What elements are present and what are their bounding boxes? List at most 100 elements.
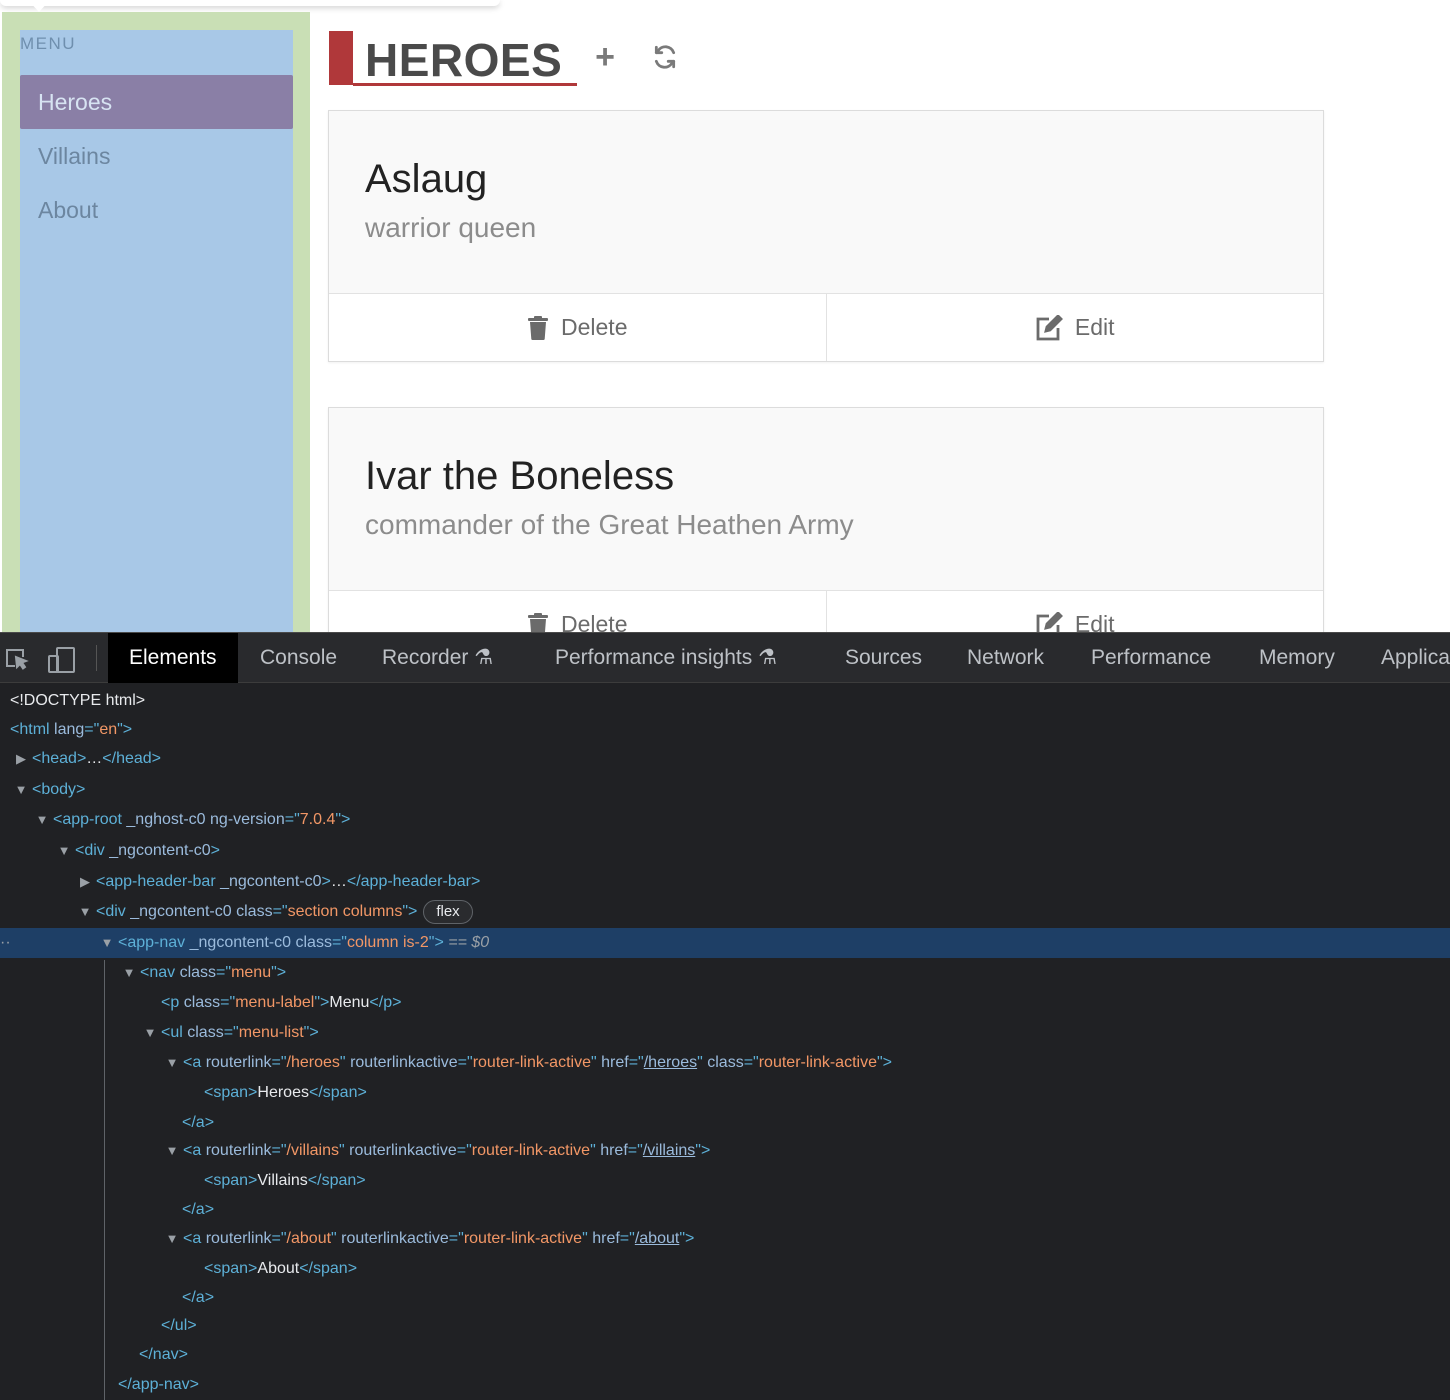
dom-node-app-header-bar[interactable]: ▶ <app-header-bar _ngcontent-c0>…</app-he… xyxy=(0,867,1450,897)
plus-icon[interactable]: + xyxy=(590,38,620,76)
tab-recorder[interactable]: Recorder ⚗ xyxy=(382,633,493,683)
collapse-triangle-icon[interactable]: ▼ xyxy=(74,897,96,927)
edit-button[interactable]: Edit xyxy=(825,294,1324,361)
menu-item-villains[interactable]: Villains xyxy=(20,129,293,183)
title-accent-bar xyxy=(329,31,353,85)
tag-name: span xyxy=(313,1260,348,1277)
text-node: Villains xyxy=(257,1172,308,1189)
dom-node-span-villains[interactable]: <span>Villains</span> xyxy=(0,1166,1450,1196)
collapse-triangle-icon[interactable]: ▼ xyxy=(161,1224,183,1254)
tag-name: html xyxy=(19,721,50,738)
hero-card: Ivar the Boneless commander of the Great… xyxy=(328,407,1324,632)
hero-name: Aslaug xyxy=(365,157,488,201)
collapse-triangle-icon[interactable]: ▼ xyxy=(10,775,32,805)
collapse-triangle-icon[interactable]: ▼ xyxy=(118,958,140,988)
tag-name: a xyxy=(192,1142,202,1159)
dom-node-span-heroes[interactable]: <span>Heroes</span> xyxy=(0,1078,1450,1108)
toolbar-divider xyxy=(96,645,97,671)
edit-label: Edit xyxy=(1074,611,1115,632)
flask-icon: ⚗ xyxy=(474,646,494,669)
page-title: HEROES xyxy=(365,34,563,86)
attr-value: /heroes xyxy=(286,1054,340,1071)
delete-button[interactable]: Delete xyxy=(329,294,826,361)
collapse-triangle-icon[interactable]: ▼ xyxy=(139,1018,161,1048)
href-link[interactable]: /about xyxy=(635,1230,679,1247)
hero-description: commander of the Great Heathen Army xyxy=(365,509,854,540)
attr-value: router-link-active xyxy=(758,1054,877,1071)
dom-node-app-root[interactable]: ▼ <app-root _nghost-c0 ng-version="7.0.4"… xyxy=(0,805,1450,835)
attr-value: router-link-active xyxy=(471,1142,591,1159)
dom-node-div-section[interactable]: ▼ <div _ngcontent-c0 class="section colum… xyxy=(0,897,1450,927)
hero-description: warrior queen xyxy=(365,212,537,243)
tag-name: app-nav xyxy=(127,934,186,951)
tab-performance[interactable]: Performance xyxy=(1091,633,1211,683)
href-link[interactable]: /villains xyxy=(643,1142,695,1159)
dom-node-nav[interactable]: ▼ <nav class="menu"> xyxy=(0,958,1450,988)
text-node: Heroes xyxy=(257,1084,309,1101)
inspect-element-icon[interactable] xyxy=(4,647,30,671)
delete-button[interactable]: Delete xyxy=(329,591,826,632)
tab-memory[interactable]: Memory xyxy=(1259,633,1335,683)
dom-node-app-nav-close[interactable]: </app-nav> xyxy=(0,1370,1450,1400)
dom-node-app-nav-selected[interactable]: ·· ▼ <app-nav _ngcontent-c0 class="column … xyxy=(0,928,1450,958)
card-footer: Delete Edit xyxy=(329,293,1323,361)
tab-application[interactable]: Applica xyxy=(1381,633,1450,683)
dom-node-a-heroes[interactable]: ▼ <a routerlink="/heroes" routerlinkactiv… xyxy=(0,1048,1450,1078)
tag-name: app-nav xyxy=(131,1376,190,1393)
menu-item-label: Heroes xyxy=(38,89,113,115)
collapse-triangle-icon[interactable]: ▼ xyxy=(31,805,53,835)
attr-name: class xyxy=(236,903,273,920)
dom-node-html[interactable]: <html lang="en"> xyxy=(0,715,1450,745)
edit-button[interactable]: Edit xyxy=(825,591,1324,632)
dom-node-a-about[interactable]: ▼ <a routerlink="/about" routerlinkactive… xyxy=(0,1224,1450,1254)
attr-value: /about xyxy=(286,1230,332,1247)
collapse-triangle-icon[interactable]: ▼ xyxy=(161,1048,183,1078)
tag-name: p xyxy=(383,994,393,1011)
dom-node-nav-close[interactable]: </nav> xyxy=(0,1340,1450,1370)
tab-network[interactable]: Network xyxy=(967,633,1044,683)
tab-console[interactable]: Console xyxy=(260,633,337,683)
tag-name: a xyxy=(195,1201,205,1218)
attr-value: /villains xyxy=(286,1142,340,1159)
collapse-triangle-icon[interactable]: ▼ xyxy=(96,928,118,958)
collapse-triangle-icon[interactable]: ▼ xyxy=(53,836,75,866)
expand-triangle-icon[interactable]: ▶ xyxy=(74,867,96,897)
tag-name: app-header-bar xyxy=(360,873,471,890)
device-toolbar-icon[interactable] xyxy=(48,647,75,673)
dom-node-a-close[interactable]: </a> xyxy=(0,1195,1450,1225)
flex-badge[interactable]: flex xyxy=(423,899,473,924)
dom-node-body[interactable]: ▼ <body> xyxy=(0,775,1450,805)
hero-name: Ivar the Boneless xyxy=(365,454,675,498)
tag-name: div xyxy=(105,903,126,920)
attr-name: _ngcontent-c0 xyxy=(130,903,232,920)
href-link[interactable]: /heroes xyxy=(644,1054,697,1071)
tag-name: body xyxy=(41,781,77,798)
dom-node-doctype[interactable]: <!DOCTYPE html> xyxy=(0,686,1450,716)
tag-name: span xyxy=(213,1260,249,1277)
dom-node-div[interactable]: ▼ <div _ngcontent-c0> xyxy=(0,836,1450,866)
delete-label: Delete xyxy=(561,611,628,632)
attr-name: _ngcontent-c0 xyxy=(220,873,322,890)
tab-performance-insights[interactable]: Performance insights ⚗ xyxy=(555,633,777,683)
collapse-triangle-icon[interactable]: ▼ xyxy=(161,1136,183,1166)
tag-name: a xyxy=(195,1114,205,1131)
tab-elements[interactable]: Elements xyxy=(108,633,238,683)
dom-node-head[interactable]: ▶ <head>…</head> xyxy=(0,744,1450,774)
dom-node-a-close[interactable]: </a> xyxy=(0,1283,1450,1313)
tag-name: ul xyxy=(170,1024,183,1041)
dom-node-p[interactable]: <p class="menu-label">Menu</p> xyxy=(0,988,1450,1018)
expand-triangle-icon[interactable]: ▶ xyxy=(10,744,32,774)
refresh-icon[interactable] xyxy=(650,40,680,74)
dom-node-ul-close[interactable]: </ul> xyxy=(0,1311,1450,1341)
tag-name: span xyxy=(322,1084,358,1101)
dom-node-span-about[interactable]: <span>About</span> xyxy=(0,1254,1450,1284)
attr-name: routerlink xyxy=(205,1142,272,1159)
attr-name: href xyxy=(601,1054,629,1071)
dom-node-a-close[interactable]: </a> xyxy=(0,1108,1450,1138)
tab-sources[interactable]: Sources xyxy=(845,633,922,683)
tag-name: p xyxy=(170,994,180,1011)
dom-node-ul[interactable]: ▼ <ul class="menu-list"> xyxy=(0,1018,1450,1048)
dom-node-a-villains[interactable]: ▼ <a routerlink="/villains" routerlinkact… xyxy=(0,1136,1450,1166)
menu-item-about[interactable]: About xyxy=(20,183,293,237)
menu-item-heroes[interactable]: Heroes xyxy=(20,75,293,129)
